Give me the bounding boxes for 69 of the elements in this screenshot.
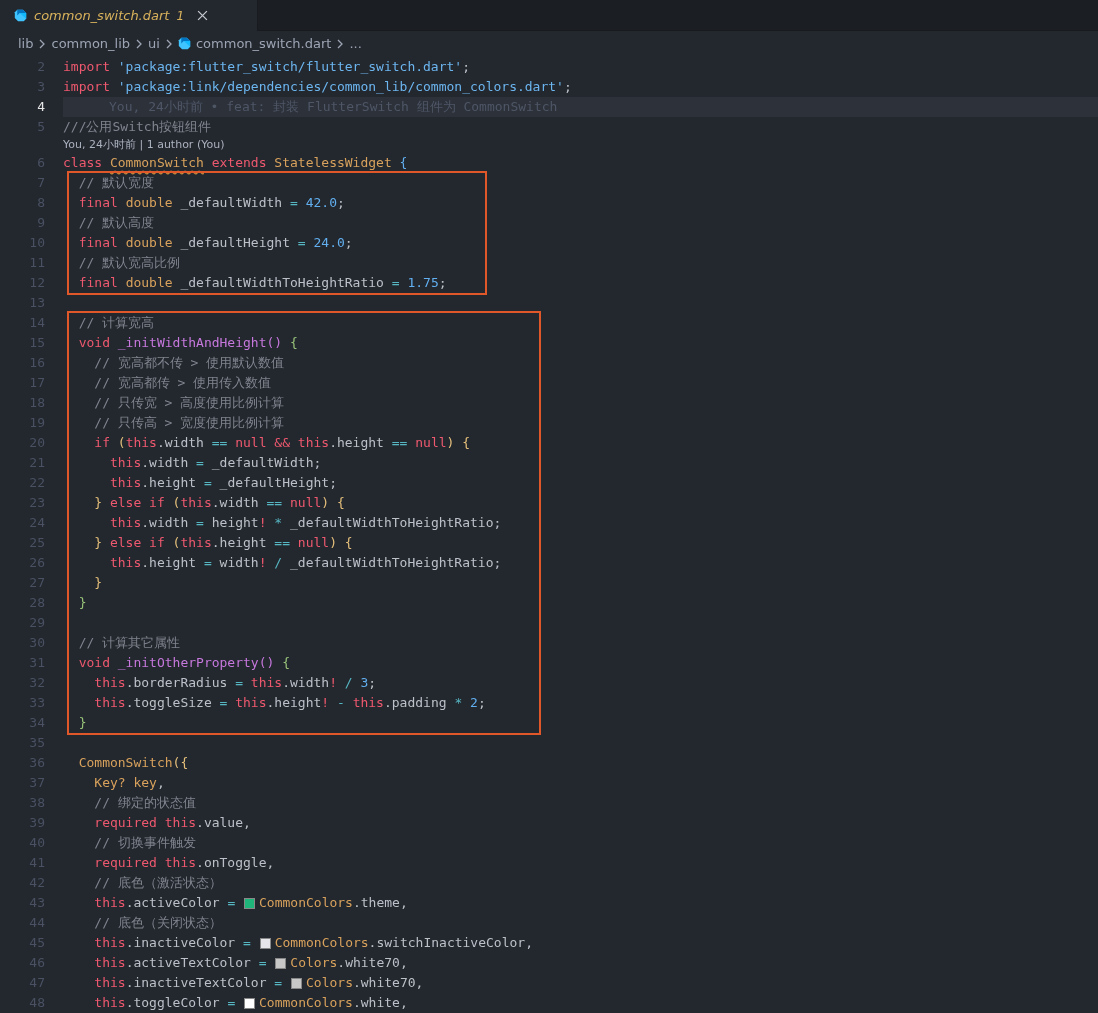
code-text: this.height = _defaultHeight; [108,474,337,492]
code-text: Colors.white70, [290,954,408,972]
code-text: // 计算宽高 [77,314,155,332]
code-text: required this.onToggle, [93,854,275,872]
code-text: this.activeColor = [93,894,237,912]
chevron-icon [135,38,144,49]
breadcrumb-item[interactable]: common_switch.dart [195,36,332,51]
close-icon[interactable] [197,10,209,21]
code-text: CommonColors.theme, [259,894,408,912]
color-swatch-icon[interactable] [244,997,256,1009]
code-text: required this.value, [93,814,251,832]
code-text: import 'package:link/dependencies/common_lib/common_colors.dart'; [63,78,572,96]
code-text: this.width = _defaultWidth; [108,454,322,472]
code-text: Colors.white70, [306,974,424,992]
code-text: // 只传宽 > 高度使用比例计算 [93,394,285,412]
codelens-link[interactable]: You, 24小时前 | 1 author (You) [63,137,225,153]
breadcrumb-item[interactable]: common_lib [51,36,131,51]
code-text: } else if (this.width == null) { [93,494,345,512]
breadcrumb-item[interactable]: ui [148,36,160,51]
code-text: // 底色（激活状态） [93,874,222,892]
color-swatch-icon[interactable] [291,977,302,989]
code-text: this.activeTextColor = [93,954,268,972]
color-swatch-icon[interactable] [244,897,256,909]
color-swatch-icon[interactable] [259,937,271,949]
chevron-icon [164,38,173,49]
code-text: } else if (this.height == null) { [93,534,353,552]
breadcrumb-item[interactable]: lib [18,36,34,51]
code-text: // 默认宽度 [77,174,155,192]
code-text: // 底色（关闭状态） [93,914,222,932]
chevron-icon [38,38,47,49]
code-text: } [77,594,87,612]
code-text: this.inactiveColor = [93,934,252,952]
code-text: } [77,714,87,732]
code-text: void _initWidthAndHeight() { [77,334,298,352]
code-text: // 宽高都不传 > 使用默认数值 [93,354,285,372]
line-number: 4 [36,98,45,116]
code-text: // 只传高 > 宽度使用比例计算 [93,414,285,432]
code-text: this.toggleColor = [93,994,237,1012]
editor-tab[interactable]: common_switch.dart 1 [0,0,258,31]
file-icon [177,37,191,50]
code-text: // 计算其它属性 [77,634,181,652]
code-text: ///公用Switch按钮组件 [63,118,212,136]
code-text: // 切换事件触发 [93,834,196,852]
code-text: final double _defaultHeight = 24.0; [77,234,353,252]
code-text: // 宽高都传 > 使用传入数值 [93,374,272,392]
color-swatch-icon[interactable] [275,957,287,969]
code-text: this.height = width! / _defaultWidthToHeightRatio; [108,554,502,572]
chevron-icon [336,38,345,49]
problem-count: 1 [176,8,185,23]
code-text: } [93,574,103,592]
code-text: this.toggleSize = this.height! - this.padding * 2; [93,694,486,712]
code-text: // 默认宽高比例 [77,254,181,272]
code-text: Key? key, [93,774,165,792]
code-text: // 绑定的状态值 [93,794,196,812]
code-text: void _initOtherProperty() { [77,654,290,672]
code-text: if (this.width == null && this.height == null) { [93,434,471,452]
code-text: CommonColors.switchInactiveColor, [274,934,533,952]
code-text: this.inactiveTextColor = [93,974,284,992]
file-icon [14,9,27,22]
code-text: CommonSwitch({ [77,754,189,772]
code-text: import 'package:flutter_switch/flutter_switch.dart'; [63,58,470,76]
breadcrumb-more[interactable]: ... [349,36,362,51]
code-text: this.borderRadius = this.width! / 3; [93,674,377,692]
code-text: final double _defaultWidth = 42.0; [77,194,345,212]
code-text: CommonColors.white, [259,994,408,1012]
code-text: // 默认高度 [77,214,155,232]
code-text: this.width = height! * _defaultWidthToHeightRatio; [108,514,502,532]
code-text: final double _defaultWidthToHeightRatio = 1.75; [77,274,447,292]
code-text: class CommonSwitch extends StatelessWidget { [63,154,408,172]
